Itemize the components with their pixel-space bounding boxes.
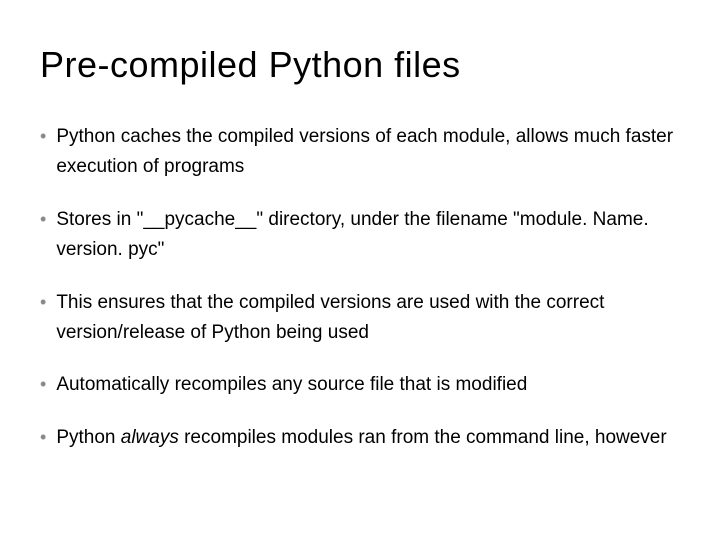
bullet-item: • Stores in "__pycache__" directory, unde… [40, 205, 680, 266]
bullet-segment: Python [56, 427, 120, 448]
bullet-dot-icon: • [40, 370, 46, 399]
bullet-segment: recompiles modules ran from the command … [179, 427, 667, 448]
bullet-text: This ensures that the compiled versions … [56, 288, 680, 349]
bullet-dot-icon: • [40, 423, 46, 452]
slide-title: Pre-compiled Python files [40, 44, 680, 86]
bullet-dot-icon: • [40, 288, 46, 317]
bullet-segment: Python caches the compiled versions of e… [56, 126, 673, 177]
bullet-segment: This ensures that the compiled versions … [56, 292, 604, 343]
slide: Pre-compiled Python files • Python caches… [0, 0, 720, 515]
bullet-text: Python always recompiles modules ran fro… [56, 423, 680, 453]
bullet-segment: Automatically recompiles any source file… [56, 374, 527, 395]
bullet-segment: Stores in "__pycache__" directory, under… [56, 209, 648, 260]
bullet-item: • Python caches the compiled versions of … [40, 122, 680, 183]
bullet-text: Stores in "__pycache__" directory, under… [56, 205, 680, 266]
bullet-item: • Python always recompiles modules ran fr… [40, 423, 680, 453]
bullet-dot-icon: • [40, 205, 46, 234]
bullet-text: Python caches the compiled versions of e… [56, 122, 680, 183]
bullet-text: Automatically recompiles any source file… [56, 370, 680, 400]
bullet-dot-icon: • [40, 122, 46, 151]
bullet-segment-italic: always [121, 427, 179, 448]
bullet-item: • This ensures that the compiled versions… [40, 288, 680, 349]
bullet-item: • Automatically recompiles any source fil… [40, 370, 680, 400]
bullet-list: • Python caches the compiled versions of … [40, 122, 680, 453]
